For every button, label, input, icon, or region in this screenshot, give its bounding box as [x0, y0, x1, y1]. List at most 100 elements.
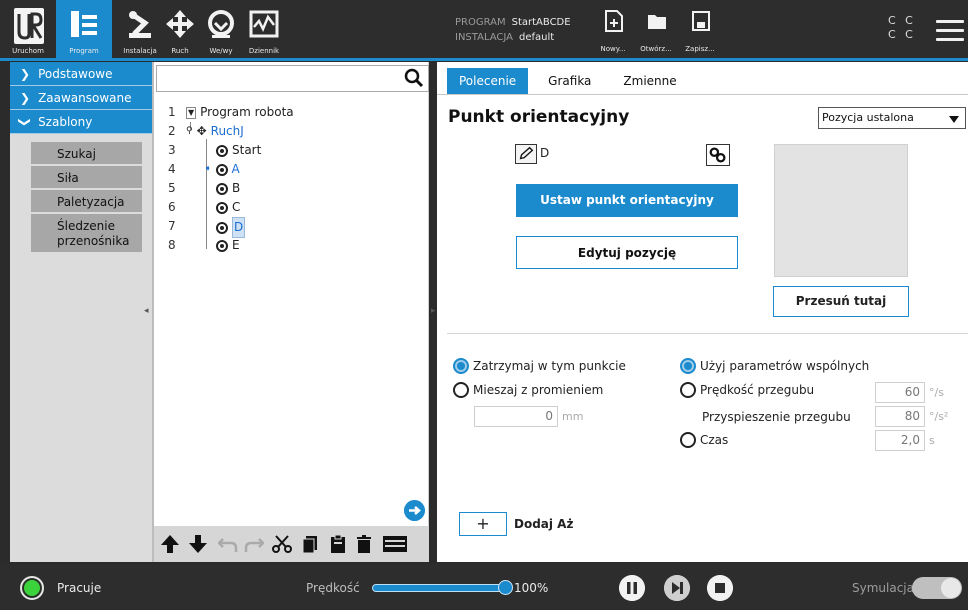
category-templates-label: Szablony [38, 114, 93, 129]
tree-search-input[interactable] [156, 65, 429, 92]
copy-icon[interactable] [300, 534, 320, 554]
waypoint-icon [215, 163, 228, 176]
stop-icon[interactable] [707, 575, 733, 601]
tree-row[interactable]: 3 Start [168, 141, 368, 160]
tree-row[interactable]: 6 C [168, 198, 368, 217]
cc-top: C C [888, 14, 916, 27]
waypoint-type-value: Pozycja ustalona [822, 111, 914, 124]
tab-log-label: Dziennik [248, 47, 280, 55]
collapse-left-icon[interactable]: ◂ [144, 306, 149, 316]
hamburger-menu-icon[interactable] [936, 20, 964, 42]
program-tree-icon [71, 11, 97, 37]
row-content: Start [216, 141, 261, 160]
redo-icon[interactable] [244, 534, 264, 554]
tree-row[interactable]: 4 ➧ A [168, 160, 368, 179]
open-button-label: Otwórz... [640, 45, 672, 53]
joint-speed-unit: °/s [929, 386, 944, 399]
joint-speed-radio[interactable]: Prędkość przegubu [680, 382, 814, 398]
speed-slider-handle[interactable] [498, 580, 513, 595]
row-content: ▼ Program robota [186, 103, 294, 122]
program-name: StartABCDE [511, 17, 571, 28]
move-up-icon[interactable] [160, 534, 180, 554]
go-to-current-icon[interactable] [404, 500, 425, 521]
cut-icon[interactable] [272, 534, 292, 554]
program-caption: PROGRAM [455, 17, 506, 28]
command-panel: Polecenie Grafika Zmienne Punkt orientac… [437, 62, 968, 562]
paste-icon[interactable] [328, 534, 348, 554]
row-number: 8 [168, 238, 176, 252]
row-number: 5 [168, 181, 176, 195]
move-arrows-icon [166, 10, 194, 38]
joint-accel-field[interactable]: 80 [875, 406, 925, 427]
tree-row[interactable]: 1 ▼ Program robota [168, 103, 368, 122]
category-templates[interactable]: ❯ Szablony [10, 110, 152, 134]
time-field[interactable]: 2,0 [875, 430, 925, 451]
new-button[interactable]: Nowy... [589, 0, 637, 60]
speed-value: 100% [514, 581, 549, 595]
status-indicator-icon[interactable] [20, 576, 44, 600]
search-icon[interactable] [404, 68, 424, 88]
suppress-icon[interactable] [382, 534, 408, 554]
add-until-button[interactable]: + [459, 512, 507, 536]
tree-row[interactable]: 5 B [168, 179, 368, 198]
blend-radius-field[interactable]: 0 [474, 406, 558, 427]
panel-tabs: Polecenie Grafika Zmienne [447, 68, 697, 94]
set-waypoint-button[interactable]: Ustaw punkt orientacyjny [516, 184, 738, 217]
blend-radius-radio[interactable]: Mieszaj z promieniem [453, 382, 603, 398]
save-button[interactable]: Zapisz... [676, 0, 724, 60]
delete-icon[interactable] [354, 534, 374, 554]
shared-params-radio[interactable]: Użyj parametrów wspólnych [680, 358, 869, 374]
tab-variables[interactable]: Zmienne [611, 68, 688, 94]
sidebar-item-force[interactable]: Siła [31, 166, 142, 190]
tab-graphics[interactable]: Grafika [536, 68, 603, 94]
tree-node-label: C [232, 200, 241, 214]
undo-icon[interactable] [218, 534, 238, 554]
category-basic-label: Podstawowe [38, 66, 113, 81]
sidebar-item-conveyor-tracking[interactable]: Śledzenie przenośnika [31, 214, 142, 254]
tree-row-selected[interactable]: 7 D [168, 217, 368, 238]
simulation-toggle[interactable] [912, 577, 962, 599]
waypoint-type-select[interactable]: Pozycja ustalona [818, 107, 966, 129]
move-here-button[interactable]: Przesuń tutaj [773, 286, 909, 317]
installation-caption: INSTALACJA [455, 32, 514, 43]
waypoint-icon [216, 221, 228, 234]
row-number: 4 [168, 162, 176, 176]
edit-pose-button[interactable]: Edytuj pozycję [516, 236, 738, 269]
current-line-marker-icon: ➧ [204, 164, 212, 174]
step-icon[interactable] [664, 575, 690, 601]
pause-icon[interactable] [619, 575, 645, 601]
move-down-icon[interactable] [188, 534, 208, 554]
folder-icon [648, 15, 666, 29]
time-radio[interactable]: Czas [680, 432, 728, 448]
sidebar-item-palletizing[interactable]: Paletyzacja [31, 190, 142, 214]
open-button[interactable]: Otwórz... [632, 0, 680, 60]
collapse-middle-icon[interactable]: ▸ [431, 306, 436, 316]
radio-empty-icon [453, 382, 469, 398]
stop-at-point-radio[interactable]: Zatrzymaj w tym punkcie [453, 358, 626, 374]
joint-speed-field[interactable]: 60 [875, 382, 925, 403]
category-basic[interactable]: ❯ Podstawowe [10, 62, 152, 86]
sidebar-item-search[interactable]: Szukaj [31, 142, 142, 166]
time-label: Czas [700, 433, 729, 447]
link-button[interactable] [706, 144, 730, 166]
add-until-label: Dodaj Aż [514, 517, 574, 531]
speed-slider[interactable] [372, 584, 506, 592]
tree-toolbar [154, 526, 429, 562]
chevron-right-icon: ❯ [20, 66, 31, 81]
tree-row[interactable]: 2 ⚲ ✥ RuchJ [168, 122, 368, 141]
rename-button[interactable] [515, 144, 537, 164]
stop-at-point-label: Zatrzymaj w tym punkcie [473, 359, 626, 373]
save-icon [692, 11, 710, 31]
category-advanced[interactable]: ❯ Zaawansowane [10, 86, 152, 110]
ur-logo-icon[interactable] [14, 8, 44, 44]
tab-command[interactable]: Polecenie [447, 68, 529, 94]
row-content: ⚲ ✥ RuchJ [186, 122, 244, 141]
tab-log[interactable]: Dziennik [236, 0, 292, 60]
waypoint-icon [216, 182, 228, 195]
tree-row[interactable]: 8 E [168, 236, 368, 255]
tab-program[interactable]: Program [56, 0, 112, 60]
collapse-triangle-icon[interactable]: ▼ [186, 106, 197, 119]
cc-indicator: C C C C [888, 14, 916, 42]
tree-node-label: Program robota [200, 105, 294, 119]
row-number: 6 [168, 200, 176, 214]
